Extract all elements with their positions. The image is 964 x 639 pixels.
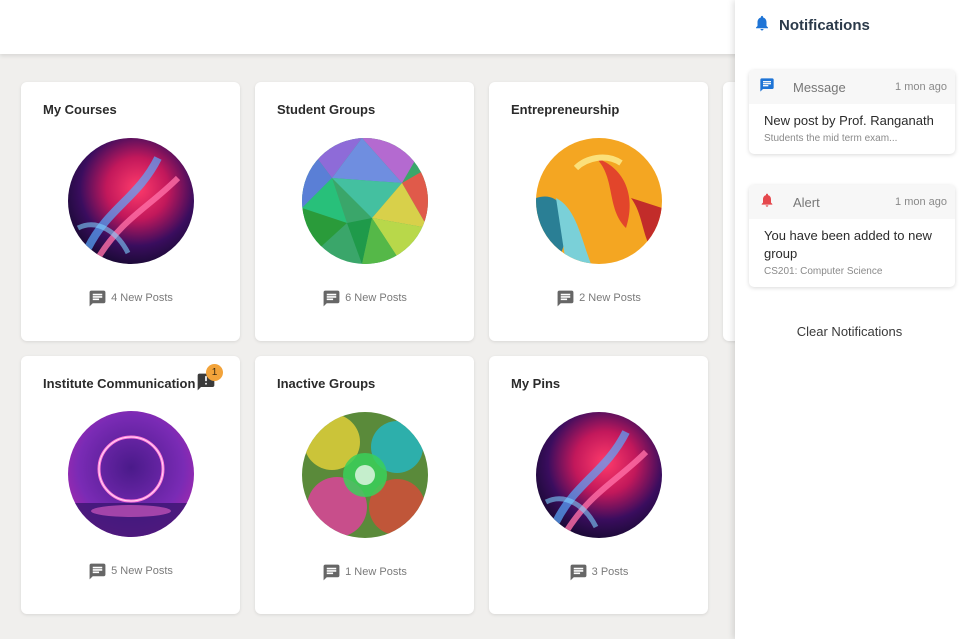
card-image bbox=[68, 138, 194, 264]
notifications-title: Notifications bbox=[779, 16, 870, 34]
notification-count-badge: 1 bbox=[206, 364, 223, 381]
notification-body: You have been added to new group CS201: … bbox=[749, 219, 955, 287]
posts-count: 3 Posts bbox=[591, 566, 629, 578]
clear-notifications-button[interactable]: Clear Notifications bbox=[735, 324, 964, 339]
card-image bbox=[302, 138, 428, 264]
notification-header: Alert 1 mon ago bbox=[749, 185, 955, 219]
card-title: My Courses bbox=[43, 102, 117, 117]
card-image bbox=[302, 412, 428, 538]
alert-bell-icon bbox=[759, 192, 775, 213]
card-footer: 3 Posts bbox=[489, 562, 708, 582]
notification-title: New post by Prof. Ranganath bbox=[764, 113, 934, 128]
card-footer: 1 New Posts bbox=[255, 562, 474, 582]
chat-icon bbox=[88, 562, 107, 581]
chat-icon bbox=[88, 289, 107, 308]
announcement-icon bbox=[196, 373, 216, 396]
card-footer: 2 New Posts bbox=[489, 288, 708, 308]
posts-count: 1 New Posts bbox=[345, 566, 407, 578]
notification-header: Message 1 mon ago bbox=[749, 70, 955, 104]
card-title: Entrepreneurship bbox=[511, 102, 620, 117]
card-image bbox=[536, 138, 662, 264]
chat-icon bbox=[556, 289, 575, 308]
notification-type: Alert bbox=[793, 194, 820, 210]
notification-title: You have been added to new group bbox=[764, 228, 932, 261]
notification-time: 1 mon ago bbox=[895, 81, 947, 93]
posts-count: 4 New Posts bbox=[111, 292, 173, 304]
posts-count: 2 New Posts bbox=[579, 292, 641, 304]
posts-count: 6 New Posts bbox=[345, 292, 407, 304]
card-title: Student Groups bbox=[277, 102, 376, 117]
card-title: Inactive Groups bbox=[277, 376, 376, 391]
notification-item-message[interactable]: Message 1 mon ago New post by Prof. Rang… bbox=[749, 70, 955, 154]
card-inactive-groups[interactable]: Inactive Groups 1 New Posts bbox=[255, 356, 474, 614]
card-image bbox=[68, 411, 194, 537]
notifications-panel: Notifications Message 1 mon ago New post… bbox=[735, 0, 964, 639]
card-my-courses[interactable]: My Courses 4 New Posts bbox=[21, 82, 240, 341]
notifications-header: Notifications bbox=[735, 0, 964, 50]
card-my-pins[interactable]: My Pins 3 Posts bbox=[489, 356, 708, 614]
notification-time: 1 mon ago bbox=[895, 196, 947, 208]
notification-subtitle: CS201: Computer Science bbox=[764, 266, 883, 277]
announcement-badge[interactable]: 1 bbox=[196, 364, 223, 396]
posts-count: 5 New Posts bbox=[111, 565, 173, 577]
notification-body: New post by Prof. Ranganath Students the… bbox=[749, 104, 955, 154]
card-footer: 4 New Posts bbox=[21, 288, 240, 308]
card-entrepreneurship[interactable]: Entrepreneurship 2 New Posts bbox=[489, 82, 708, 341]
bell-icon bbox=[753, 13, 771, 38]
card-image bbox=[536, 412, 662, 538]
card-footer: 5 New Posts bbox=[21, 561, 240, 581]
card-title: Institute Communication bbox=[43, 376, 196, 391]
message-icon bbox=[759, 77, 775, 98]
notification-type: Message bbox=[793, 79, 846, 95]
chat-icon bbox=[569, 563, 588, 582]
card-title: My Pins bbox=[511, 376, 561, 391]
chat-icon bbox=[322, 289, 341, 308]
card-footer: 6 New Posts bbox=[255, 288, 474, 308]
card-student-groups[interactable]: Student Groups 6 New Posts bbox=[255, 82, 474, 341]
chat-icon bbox=[322, 563, 341, 582]
notification-item-alert[interactable]: Alert 1 mon ago You have been added to n… bbox=[749, 185, 955, 287]
card-institute-communication[interactable]: Institute Communication 1 5 New Posts bbox=[21, 356, 240, 614]
notification-subtitle: Students the mid term exam... bbox=[764, 133, 898, 144]
